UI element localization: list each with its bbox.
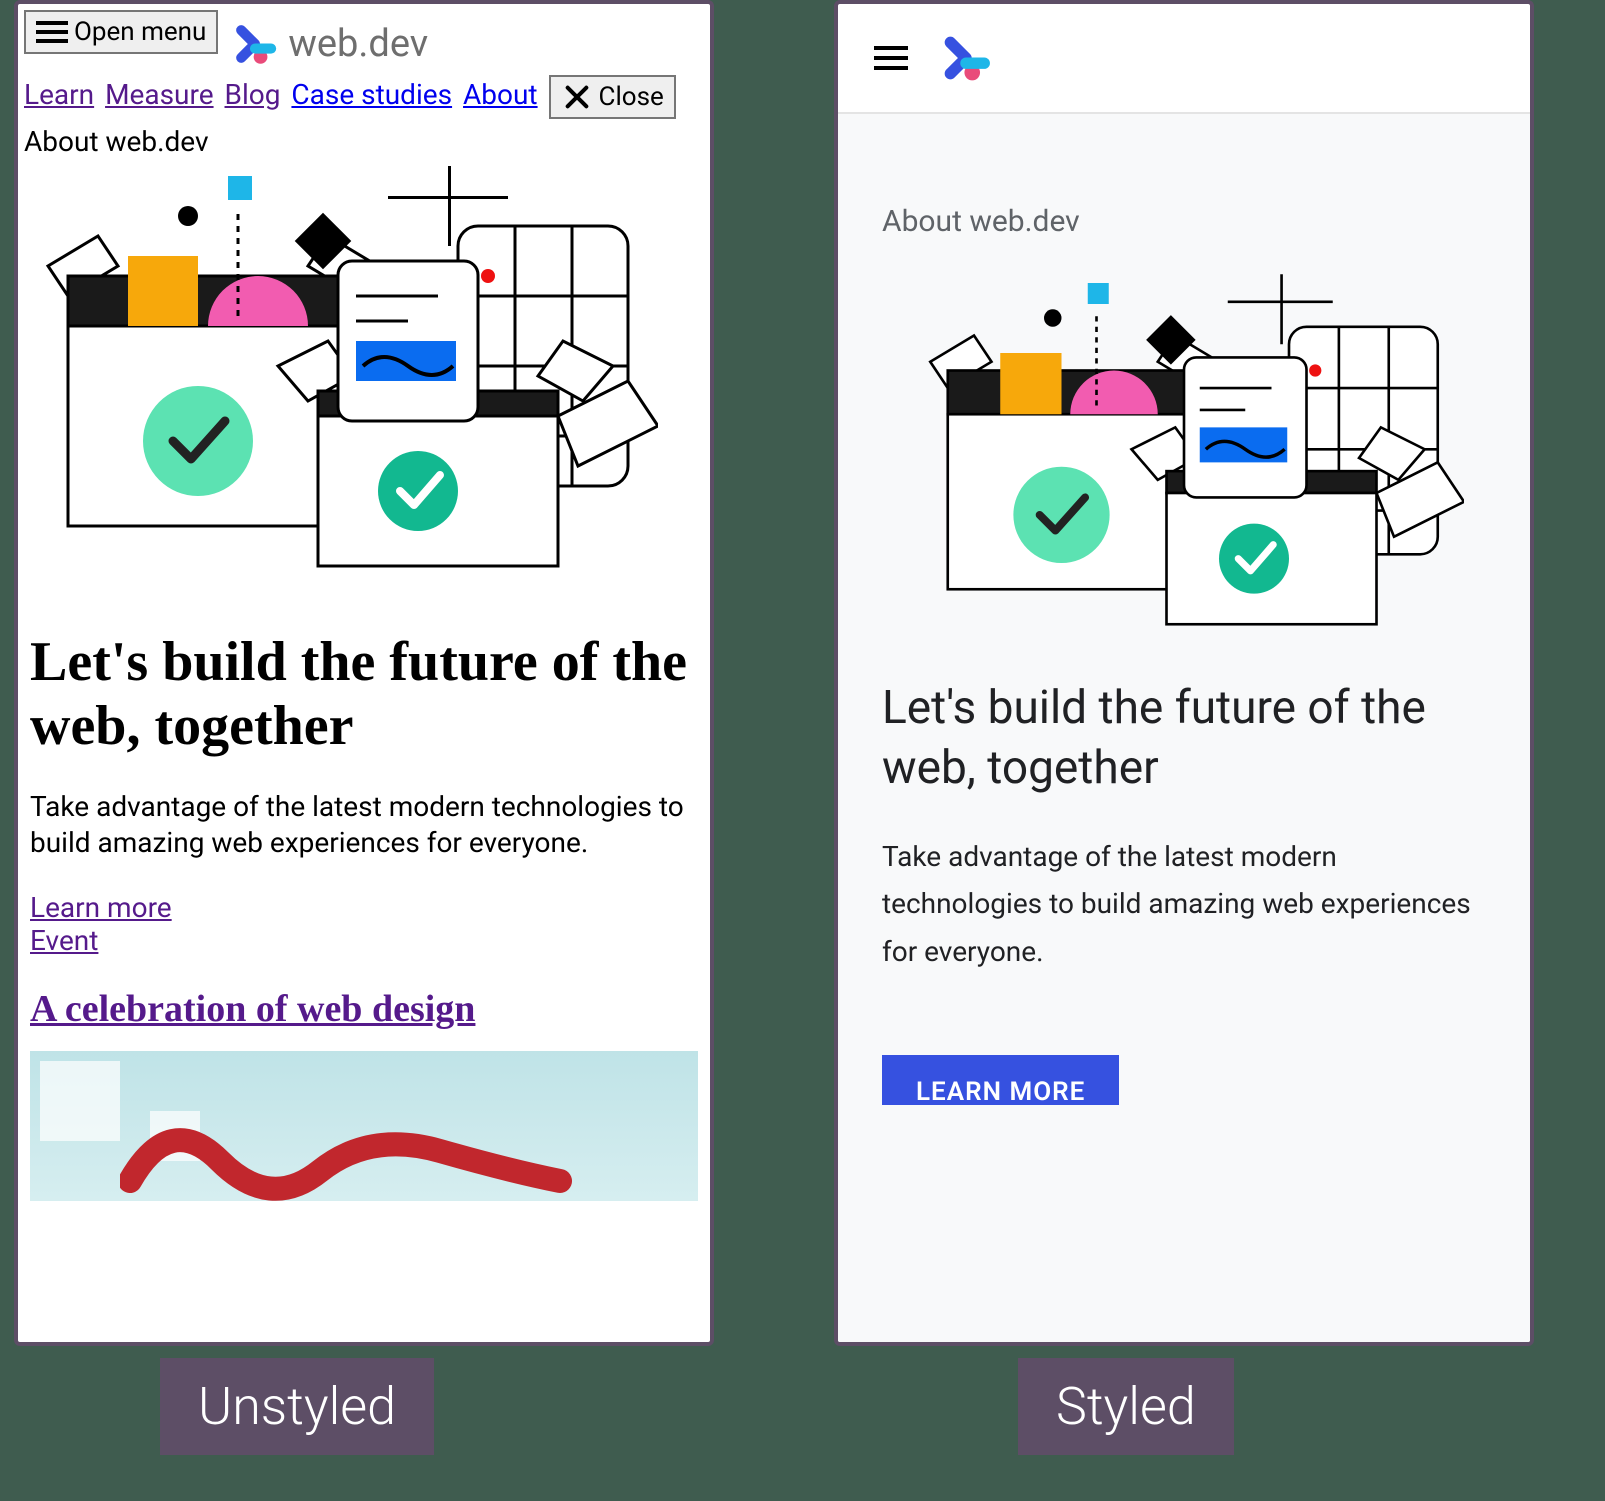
header xyxy=(838,4,1530,114)
webdev-logo[interactable]: web.dev xyxy=(232,21,428,67)
nav-blog[interactable]: Blog xyxy=(225,78,281,111)
event-link[interactable]: Event xyxy=(30,924,698,957)
page-lead: Take advantage of the latest modern tech… xyxy=(30,789,698,862)
caption-styled: Styled xyxy=(1018,1358,1234,1455)
open-menu-button[interactable]: Open menu xyxy=(24,10,218,54)
page-title: Let's build the future of the web, toget… xyxy=(882,679,1486,799)
article-heading-link[interactable]: A celebration of web design xyxy=(30,988,475,1030)
hero-illustration xyxy=(904,273,1464,643)
brand-text: web.dev xyxy=(288,22,428,66)
page-title: Let's build the future of the web, toget… xyxy=(30,630,698,759)
hamburger-icon[interactable] xyxy=(874,40,908,76)
close-label: Close xyxy=(599,82,664,112)
page-lead: Take advantage of the latest modern tech… xyxy=(882,833,1486,976)
unstyled-viewport: Open menu web.dev Learn Measure Blog Cas… xyxy=(14,0,714,1346)
learn-more-link[interactable]: Learn more xyxy=(30,891,698,924)
nav-learn[interactable]: Learn xyxy=(24,78,94,111)
webdev-mark-icon xyxy=(232,21,278,67)
close-icon xyxy=(561,81,593,113)
eyebrow: About web.dev xyxy=(882,204,1486,239)
nav-case-studies[interactable]: Case studies xyxy=(291,78,452,111)
nav-links: Learn Measure Blog Case studies About Cl… xyxy=(18,73,710,121)
hamburger-icon xyxy=(36,16,68,48)
styled-viewport: About web.dev Let's build the future of … xyxy=(834,0,1534,1346)
caption-unstyled: Unstyled xyxy=(160,1358,434,1455)
learn-more-button[interactable]: LEARN MORE xyxy=(882,1055,1119,1105)
webdev-mark-icon[interactable] xyxy=(940,32,992,84)
nav-about[interactable]: About xyxy=(463,78,538,111)
hero-illustration xyxy=(18,166,658,586)
eyebrow: About web.dev xyxy=(18,121,710,162)
article-image xyxy=(30,1051,698,1201)
nav-measure[interactable]: Measure xyxy=(105,78,214,111)
close-button[interactable]: Close xyxy=(549,75,676,119)
open-menu-label: Open menu xyxy=(74,17,206,47)
